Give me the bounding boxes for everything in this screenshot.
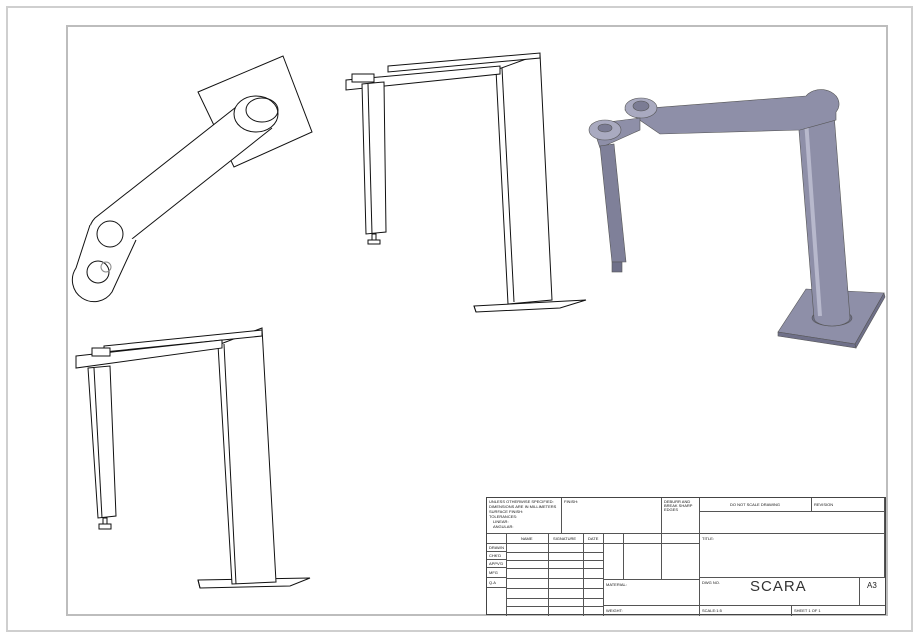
title-cell: TITLE:	[700, 534, 885, 578]
blank-column-c	[662, 544, 700, 580]
col-name-label: NAME	[521, 536, 533, 541]
row-qa-label: Q.A	[489, 580, 496, 585]
signoff-blank-1	[604, 534, 624, 544]
do-not-scale-cell: DO NOT SCALE DRAWING	[700, 498, 812, 512]
blank-column-a	[604, 544, 624, 580]
isometric-shaded-view[interactable]	[588, 89, 886, 349]
col-date-label: DATE	[588, 536, 599, 541]
grid-line-4	[507, 578, 604, 579]
do-not-scale-label: DO NOT SCALE DRAWING	[730, 502, 781, 507]
signoff-blank-3	[662, 534, 700, 544]
note-line-6: ANGULAR:	[493, 524, 514, 529]
revision-cell: REVISION	[812, 498, 885, 512]
col-signature-header: SIGNATURE	[549, 534, 584, 544]
row-drawn: DRAWN	[487, 544, 507, 552]
material-cell: MATERIAL:	[604, 580, 700, 606]
grid-line-6	[507, 598, 604, 599]
col-name-header: NAME	[507, 534, 549, 544]
row-checked-label: CHK'D	[489, 553, 502, 558]
drawing-title: SCARA	[750, 578, 807, 595]
grid-line-2	[507, 560, 604, 561]
col-date-header: DATE	[584, 534, 604, 544]
signoff-corner	[487, 534, 507, 544]
deburr-label: DEBURR AND BREAK SHARP EDGES	[664, 499, 693, 512]
grid-line-5	[507, 588, 604, 589]
sheet-cell: SHEET 1 OF 1	[792, 606, 885, 616]
row-qa: Q.A	[487, 578, 507, 588]
title-label: TITLE:	[702, 536, 715, 541]
row-approved-label: APPV'D	[489, 561, 504, 566]
row-checked: CHK'D	[487, 552, 507, 560]
size-cell: A3	[860, 578, 885, 606]
side-view[interactable]	[75, 327, 311, 589]
general-notes-cell: UNLESS OTHERWISE SPECIFIED: DIMENSIONS A…	[487, 498, 562, 534]
title-block: UNLESS OTHERWISE SPECIFIED: DIMENSIONS A…	[486, 497, 886, 616]
front-view[interactable]	[345, 52, 587, 313]
blank-column-b	[624, 544, 662, 580]
dwg-no-label: DWG NO.	[702, 580, 720, 585]
grid-line-3	[507, 568, 604, 569]
weight-cell: WEIGHT:	[604, 606, 700, 616]
sheet-size: A3	[867, 581, 877, 590]
dwg-no-cell: DWG NO. SCARA	[700, 578, 860, 606]
row-approved: APPV'D	[487, 560, 507, 568]
sheet-label: SHEET 1 OF 1	[794, 608, 821, 613]
scale-cell: SCALE:1:5	[700, 606, 792, 616]
col-signature-label: SIGNATURE	[553, 536, 577, 541]
weight-label: WEIGHT:	[606, 608, 623, 613]
material-label: MATERIAL:	[606, 582, 627, 587]
revision-value-cell	[700, 512, 885, 534]
grid-line-7	[507, 606, 604, 607]
deburr-cell: DEBURR AND BREAK SHARP EDGES	[662, 498, 700, 534]
revision-label: REVISION	[814, 502, 834, 507]
grid-line-1	[507, 552, 604, 553]
finish-cell: FINISH:	[562, 498, 662, 534]
finish-label: FINISH:	[564, 499, 579, 504]
signoff-blank-2	[624, 534, 662, 544]
top-view[interactable]	[71, 55, 313, 303]
row-drawn-label: DRAWN	[489, 545, 504, 550]
scale-label: SCALE:1:5	[702, 608, 722, 613]
row-mfg: MFG	[487, 568, 507, 578]
row-blank-lower	[487, 588, 507, 616]
row-mfg-label: MFG	[489, 570, 498, 575]
